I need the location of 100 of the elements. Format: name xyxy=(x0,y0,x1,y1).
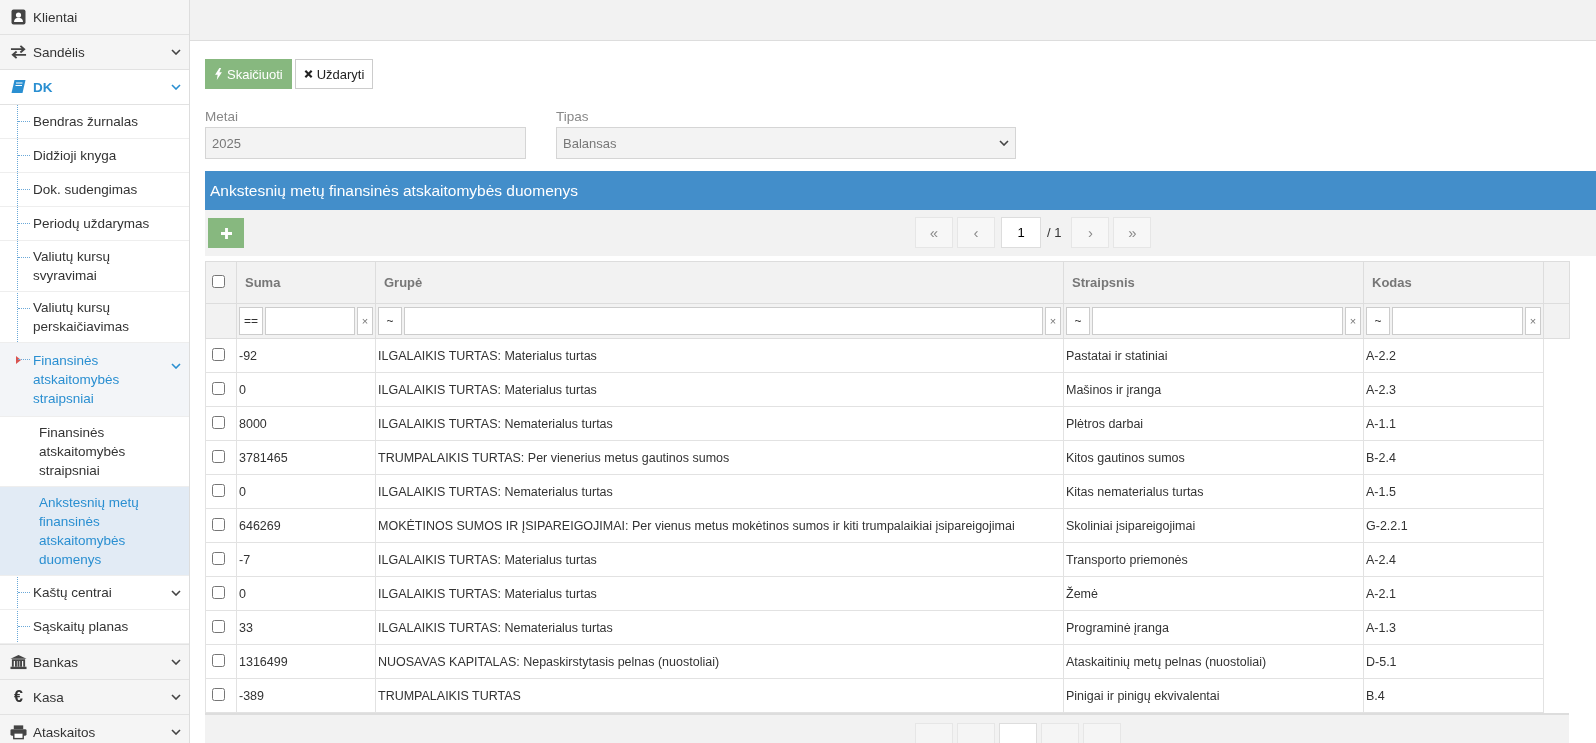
table-cell: ILGALAIKIS TURTAS: Materialus turtas xyxy=(375,338,1064,373)
table-cell: 1316499 xyxy=(236,644,376,679)
checkbox[interactable] xyxy=(212,381,225,395)
bank-icon xyxy=(10,654,27,670)
checkbox[interactable] xyxy=(212,449,225,463)
filter-field[interactable] xyxy=(1392,307,1523,335)
checkbox[interactable] xyxy=(212,687,225,701)
page-total: / 1 xyxy=(1047,225,1062,240)
column-header[interactable]: Kodas xyxy=(1363,261,1544,304)
close-button[interactable]: Uždaryti xyxy=(294,59,374,89)
filter-field[interactable] xyxy=(265,307,355,335)
sidebar-item[interactable]: Valiutų kursų svyravimai xyxy=(0,241,189,292)
table-cell: A-2.3 xyxy=(1363,372,1544,407)
sidebar-item[interactable]: € Kasa xyxy=(0,680,189,715)
table-cell: A-1.3 xyxy=(1363,610,1544,645)
table-cell: 646269 xyxy=(236,508,376,543)
table-cell: Ataskaitinių metų pelnas (nuostoliai) xyxy=(1063,644,1364,679)
table-cell: ILGALAIKIS TURTAS: Nematerialus turtas xyxy=(375,406,1064,441)
plus-icon xyxy=(220,227,232,239)
operator-button[interactable]: ~ xyxy=(378,307,402,335)
checkbox[interactable] xyxy=(212,415,225,429)
column-header[interactable]: Suma xyxy=(236,261,376,304)
exchange-arrows-icon xyxy=(10,44,27,60)
filter-field[interactable] xyxy=(1092,307,1343,335)
checkbox[interactable] xyxy=(212,653,225,667)
sidebar-item[interactable]: Klientai xyxy=(0,0,189,35)
table-cell: 3781465 xyxy=(236,440,376,475)
checkbox[interactable] xyxy=(212,517,225,531)
table-cell: Pinigai ir pinigų ekvivalentai xyxy=(1063,678,1364,713)
table-cell: D-5.1 xyxy=(1363,644,1544,679)
checkbox[interactable] xyxy=(212,619,225,633)
table-cell: 8000 xyxy=(236,406,376,441)
close-icon xyxy=(303,68,313,80)
table-cell: 0 xyxy=(236,474,376,509)
filter-field[interactable] xyxy=(404,307,1043,335)
sidebar-item[interactable]: Bankas xyxy=(0,645,189,680)
table-cell: -389 xyxy=(236,678,376,713)
table-cell: Programinė įranga xyxy=(1063,610,1364,645)
table-cell: B-2.4 xyxy=(1363,440,1544,475)
table-cell: -92 xyxy=(236,338,376,373)
table-cell: Mašinos ir įranga xyxy=(1063,372,1364,407)
chevron-down-icon xyxy=(999,140,1009,146)
lightning-bolt-icon xyxy=(214,68,223,80)
table-cell: Kitas nematerialus turtas xyxy=(1063,474,1364,509)
checkbox[interactable] xyxy=(212,347,225,361)
sidebar-item[interactable]: Sąskaitų planas xyxy=(0,610,189,644)
year-field[interactable]: 2025 xyxy=(205,127,526,159)
sidebar-item[interactable]: Finansinės atskaitomybės straipsniai xyxy=(0,417,189,487)
table-cell: A-2.1 xyxy=(1363,576,1544,611)
table-cell: ILGALAIKIS TURTAS: Materialus turtas xyxy=(375,372,1064,407)
clear-button[interactable]: × xyxy=(1345,307,1361,335)
clear-button[interactable]: × xyxy=(357,307,373,335)
chevron-down-icon xyxy=(171,694,181,700)
sidebar-item[interactable]: Kaštų centrai xyxy=(0,576,189,610)
header-cell xyxy=(1543,261,1570,304)
chevron-down-icon xyxy=(171,590,181,596)
type-dropdown[interactable]: Balansas xyxy=(556,127,1016,159)
clear-button[interactable]: × xyxy=(1525,307,1541,335)
operator-button[interactable]: == xyxy=(239,307,263,335)
column-header[interactable]: Straipsnis xyxy=(1063,261,1364,304)
table-cell: A-2.4 xyxy=(1363,542,1544,577)
sidebar-item[interactable]: Bendras žurnalas xyxy=(0,105,189,139)
sidebar-item[interactable]: Sandėlis xyxy=(0,35,189,70)
chevron-down-icon xyxy=(171,49,181,55)
contact-card-icon xyxy=(10,9,27,25)
sidebar-item[interactable]: Periodų uždarymas xyxy=(0,207,189,241)
table-cell: -7 xyxy=(236,542,376,577)
table-cell: Pastatai ir statiniai xyxy=(1063,338,1364,373)
table-cell: 0 xyxy=(236,576,376,611)
chevron-down-icon xyxy=(171,84,181,90)
sidebar-item[interactable]: Dok. sudengimas xyxy=(0,173,189,207)
sidebar-item[interactable]: Didžioji knyga xyxy=(0,139,189,173)
table-cell: Plėtros darbai xyxy=(1063,406,1364,441)
add-button[interactable] xyxy=(208,218,244,248)
caret-right-icon xyxy=(16,356,21,364)
table-cell: B.4 xyxy=(1363,678,1544,713)
table-cell: ILGALAIKIS TURTAS: Nematerialus turtas xyxy=(375,474,1064,509)
checkbox[interactable] xyxy=(212,585,225,599)
table-cell: Transporto priemonės xyxy=(1063,542,1364,577)
printer-icon xyxy=(10,724,27,740)
table-cell: ILGALAIKIS TURTAS: Nematerialus turtas xyxy=(375,610,1064,645)
checkbox[interactable] xyxy=(212,483,225,497)
table-cell: A-1.1 xyxy=(1363,406,1544,441)
table-cell: Skoliniai įsipareigojimai xyxy=(1063,508,1364,543)
table-cell: MOKĖTINOS SUMOS IR ĮSIPAREIGOJIMAI: Per vienus metus mokėtinos sumos ir kiti trumpalaikiai įsipareigojimai xyxy=(375,508,1064,543)
checkbox[interactable] xyxy=(212,274,225,288)
clear-button[interactable]: × xyxy=(1045,307,1061,335)
table-cell: 33 xyxy=(236,610,376,645)
table-cell: Kitos gautinos sumos xyxy=(1063,440,1364,475)
field-label: Metai xyxy=(205,109,239,124)
table-cell: ILGALAIKIS TURTAS: Materialus turtas xyxy=(375,542,1064,577)
euro-icon: € xyxy=(10,688,27,706)
column-header[interactable]: Grupė xyxy=(375,261,1064,304)
book-icon xyxy=(10,79,27,95)
checkbox[interactable] xyxy=(212,551,225,565)
operator-button[interactable]: ~ xyxy=(1366,307,1390,335)
chevron-down-icon xyxy=(171,729,181,735)
sidebar-item[interactable]: Ataskaitos xyxy=(0,715,189,743)
operator-button[interactable]: ~ xyxy=(1066,307,1090,335)
table-cell: Žemė xyxy=(1063,576,1364,611)
